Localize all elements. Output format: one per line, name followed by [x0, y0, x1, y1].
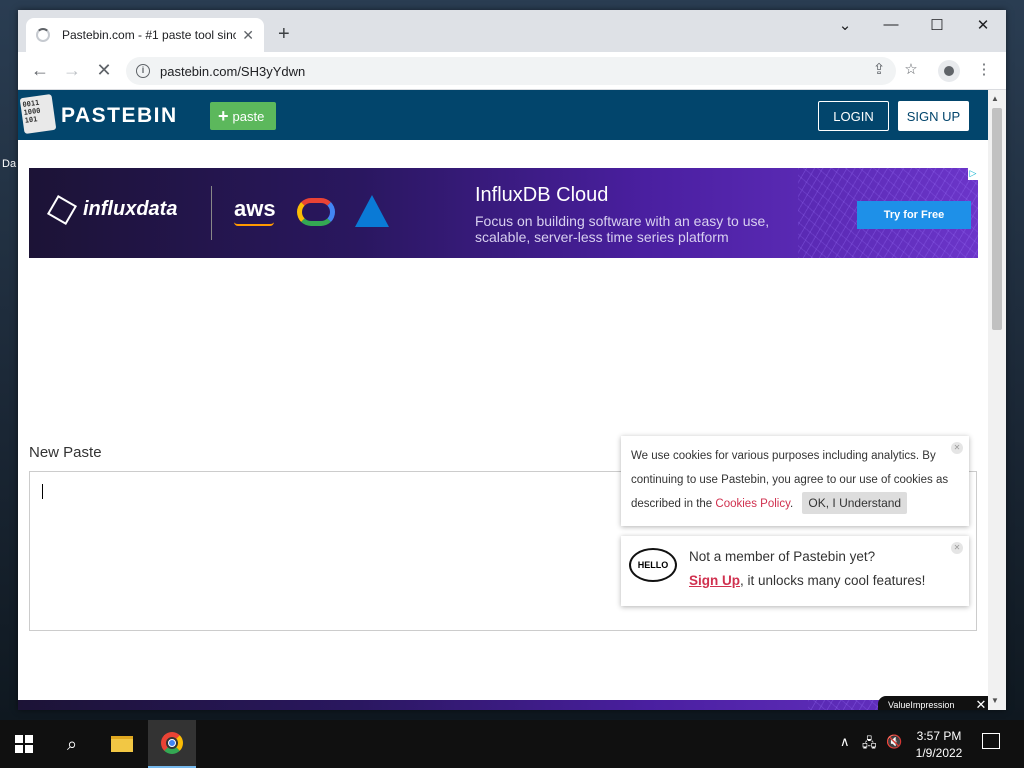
loading-spinner-icon: [36, 28, 50, 42]
page-viewport: 0011 1000 101 PASTEBIN + paste LOGIN SIG…: [18, 90, 988, 710]
search-icon[interactable]: ⌕: [48, 720, 96, 768]
google-cloud-icon: [297, 198, 335, 226]
site-info-icon[interactable]: i: [136, 64, 150, 78]
new-paste-label: paste: [232, 108, 265, 124]
clock-date: 1/9/2022: [915, 746, 963, 760]
address-bar[interactable]: i pastebin.com/SH3yYdwn: [126, 57, 896, 85]
cookies-policy-link[interactable]: Cookies Policy: [715, 498, 790, 510]
start-button[interactable]: [0, 720, 48, 768]
new-paste-heading: New Paste: [29, 444, 102, 461]
tab-search-icon[interactable]: ⌄: [830, 16, 860, 34]
member-close-icon[interactable]: ✕: [951, 542, 963, 554]
ad-close-button[interactable]: ✕: [972, 696, 988, 710]
cookie-notice: ✕ We use cookies for various purposes in…: [621, 436, 969, 526]
clock-time: 3:57 PM: [916, 729, 962, 743]
browser-tab[interactable]: Pastebin.com - #1 paste tool since ✕: [26, 18, 264, 52]
scrollbar-thumb[interactable]: [992, 108, 1002, 330]
forward-arrow-icon[interactable]: →: [60, 60, 84, 81]
folder-icon: [111, 736, 133, 752]
notification-center-icon[interactable]: [982, 733, 1000, 749]
back-arrow-icon[interactable]: ←: [28, 60, 52, 81]
menu-kebab-icon[interactable]: ⋮: [973, 60, 995, 78]
file-explorer-button[interactable]: [98, 720, 146, 768]
ad-cta-button[interactable]: Try for Free: [857, 201, 971, 229]
browser-window: Pastebin.com - #1 paste tool since ✕ + ⌄…: [18, 10, 1006, 710]
bottom-ad-banner[interactable]: influxdata aws InfluxDB Cloud Focus on b…: [18, 700, 988, 710]
new-tab-button[interactable]: +: [278, 23, 290, 46]
profile-avatar-icon[interactable]: [938, 60, 960, 82]
top-ad-banner[interactable]: influxdata aws InfluxDB Cloud Focus on b…: [29, 168, 978, 258]
scroll-down-icon[interactable]: ▼: [991, 696, 999, 705]
signup-button[interactable]: SIGN UP: [898, 101, 969, 131]
maximize-button[interactable]: ☐: [922, 16, 952, 34]
scroll-up-icon[interactable]: ▲: [991, 94, 999, 103]
cookie-accept-button[interactable]: OK, I Understand: [802, 492, 908, 514]
share-icon[interactable]: ⇪: [868, 60, 890, 78]
tab-bar: Pastebin.com - #1 paste tool since ✕ + ⌄…: [18, 10, 1006, 52]
tray-chevron-icon[interactable]: ∧: [840, 734, 850, 750]
new-paste-button[interactable]: + paste: [210, 102, 276, 130]
azure-icon: [355, 195, 389, 227]
influx-cube-icon: [46, 194, 78, 225]
cookie-close-icon[interactable]: ✕: [951, 442, 963, 454]
tab-title: Pastebin.com - #1 paste tool since: [62, 28, 237, 42]
text-caret: [42, 484, 43, 499]
close-window-button[interactable]: ✕: [968, 16, 998, 34]
system-clock[interactable]: 3:57 PM 1/9/2022: [906, 728, 972, 762]
url-text[interactable]: pastebin.com/SH3yYdwn: [160, 64, 305, 79]
adchoices-icon[interactable]: ▷: [968, 168, 978, 180]
plus-icon: +: [218, 105, 229, 126]
minimize-button[interactable]: —: [876, 16, 906, 33]
member-prompt: Not a member of Pastebin yet?: [689, 549, 876, 564]
member-notice: ✕ HELLO Not a member of Pastebin yet? Si…: [621, 536, 969, 606]
toolbar: ← → ✕ i pastebin.com/SH3yYdwn ⇪ ☆ ⋮: [18, 52, 1006, 90]
chrome-icon: [161, 732, 183, 754]
bookmark-star-icon[interactable]: ☆: [900, 60, 922, 78]
login-button[interactable]: LOGIN: [818, 101, 889, 131]
pastebin-logo-icon[interactable]: 0011 1000 101: [19, 93, 57, 135]
tab-close-icon[interactable]: ✕: [242, 27, 254, 44]
site-name[interactable]: PASTEBIN: [61, 104, 178, 128]
influxdata-logo: influxdata: [46, 194, 177, 225]
hello-bubble-icon: HELLO: [629, 548, 677, 582]
stop-loading-icon[interactable]: ✕: [92, 60, 116, 81]
ad-divider: [211, 186, 212, 240]
aws-logo: aws: [234, 196, 276, 226]
pastebin-header: 0011 1000 101 PASTEBIN + paste LOGIN SIG…: [18, 90, 988, 140]
page-scrollbar[interactable]: ▲ ▼: [988, 90, 1006, 710]
volume-muted-icon[interactable]: 🔇: [886, 734, 902, 750]
chrome-taskbar-button[interactable]: [148, 720, 196, 768]
member-signup-line: Sign Up, it unlocks many cool features!: [689, 573, 926, 588]
valueimpression-tag: ValueImpression: [878, 696, 974, 710]
desktop-icon-label[interactable]: Da: [2, 158, 16, 170]
ad-headline: InfluxDB Cloud: [475, 184, 609, 206]
windows-logo-icon: [15, 735, 33, 753]
windows-taskbar: ⌕ ∧ 🖧 🔇 3:57 PM 1/9/2022: [0, 720, 1024, 768]
signup-link[interactable]: Sign Up: [689, 573, 740, 588]
ad-body: Focus on building software with an easy …: [475, 213, 770, 245]
network-icon[interactable]: 🖧: [862, 734, 877, 756]
